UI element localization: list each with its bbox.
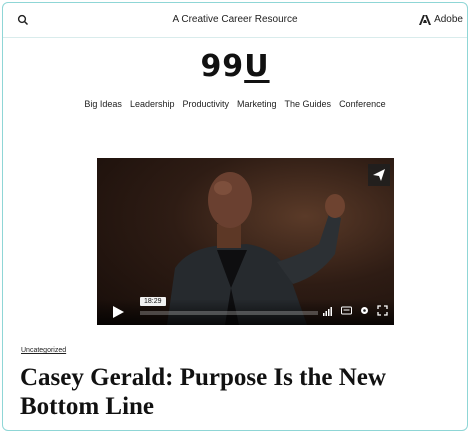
video-timecode: 18:29 bbox=[140, 297, 166, 306]
settings-gear-icon[interactable] bbox=[359, 305, 370, 316]
share-button[interactable] bbox=[368, 164, 390, 186]
article-title-line-2: Bottom Line bbox=[20, 393, 155, 420]
site-logo[interactable]: 99U bbox=[3, 49, 467, 84]
video-control-icons bbox=[323, 305, 388, 316]
browser-frame: A Creative Career Resource Adobe 99U Big… bbox=[2, 2, 468, 431]
nav-item-productivity[interactable]: Productivity bbox=[182, 99, 229, 109]
logo-letter: U bbox=[244, 49, 270, 84]
video-controls: 18:29 bbox=[97, 297, 394, 325]
video-player[interactable]: 18:29 bbox=[97, 158, 394, 325]
fullscreen-icon[interactable] bbox=[377, 305, 388, 316]
adobe-logo-icon bbox=[419, 14, 432, 25]
nav-item-the-guides[interactable]: The Guides bbox=[285, 99, 332, 109]
nav-item-leadership[interactable]: Leadership bbox=[130, 99, 175, 109]
paper-plane-icon bbox=[373, 169, 385, 181]
article-category[interactable]: Uncategorized bbox=[21, 347, 66, 354]
volume-icon[interactable] bbox=[323, 305, 334, 316]
article-title: Casey Gerald: Purpose Is the New Bottom … bbox=[20, 363, 460, 421]
nav-item-conference[interactable]: Conference bbox=[339, 99, 386, 109]
logo-number: 99 bbox=[200, 49, 245, 84]
adobe-link[interactable]: Adobe bbox=[419, 14, 463, 25]
nav-item-big-ideas[interactable]: Big Ideas bbox=[84, 99, 122, 109]
main-nav: Big Ideas Leadership Productivity Market… bbox=[3, 99, 467, 109]
adobe-label: Adobe bbox=[434, 14, 463, 25]
top-bar: A Creative Career Resource Adobe bbox=[3, 3, 467, 38]
captions-icon[interactable] bbox=[341, 305, 352, 316]
play-icon[interactable] bbox=[111, 305, 125, 319]
tagline: A Creative Career Resource bbox=[172, 14, 298, 25]
article-title-line-1: Casey Gerald: Purpose Is the New bbox=[20, 364, 386, 391]
nav-item-marketing[interactable]: Marketing bbox=[237, 99, 277, 109]
video-progress-bar[interactable] bbox=[140, 311, 318, 315]
